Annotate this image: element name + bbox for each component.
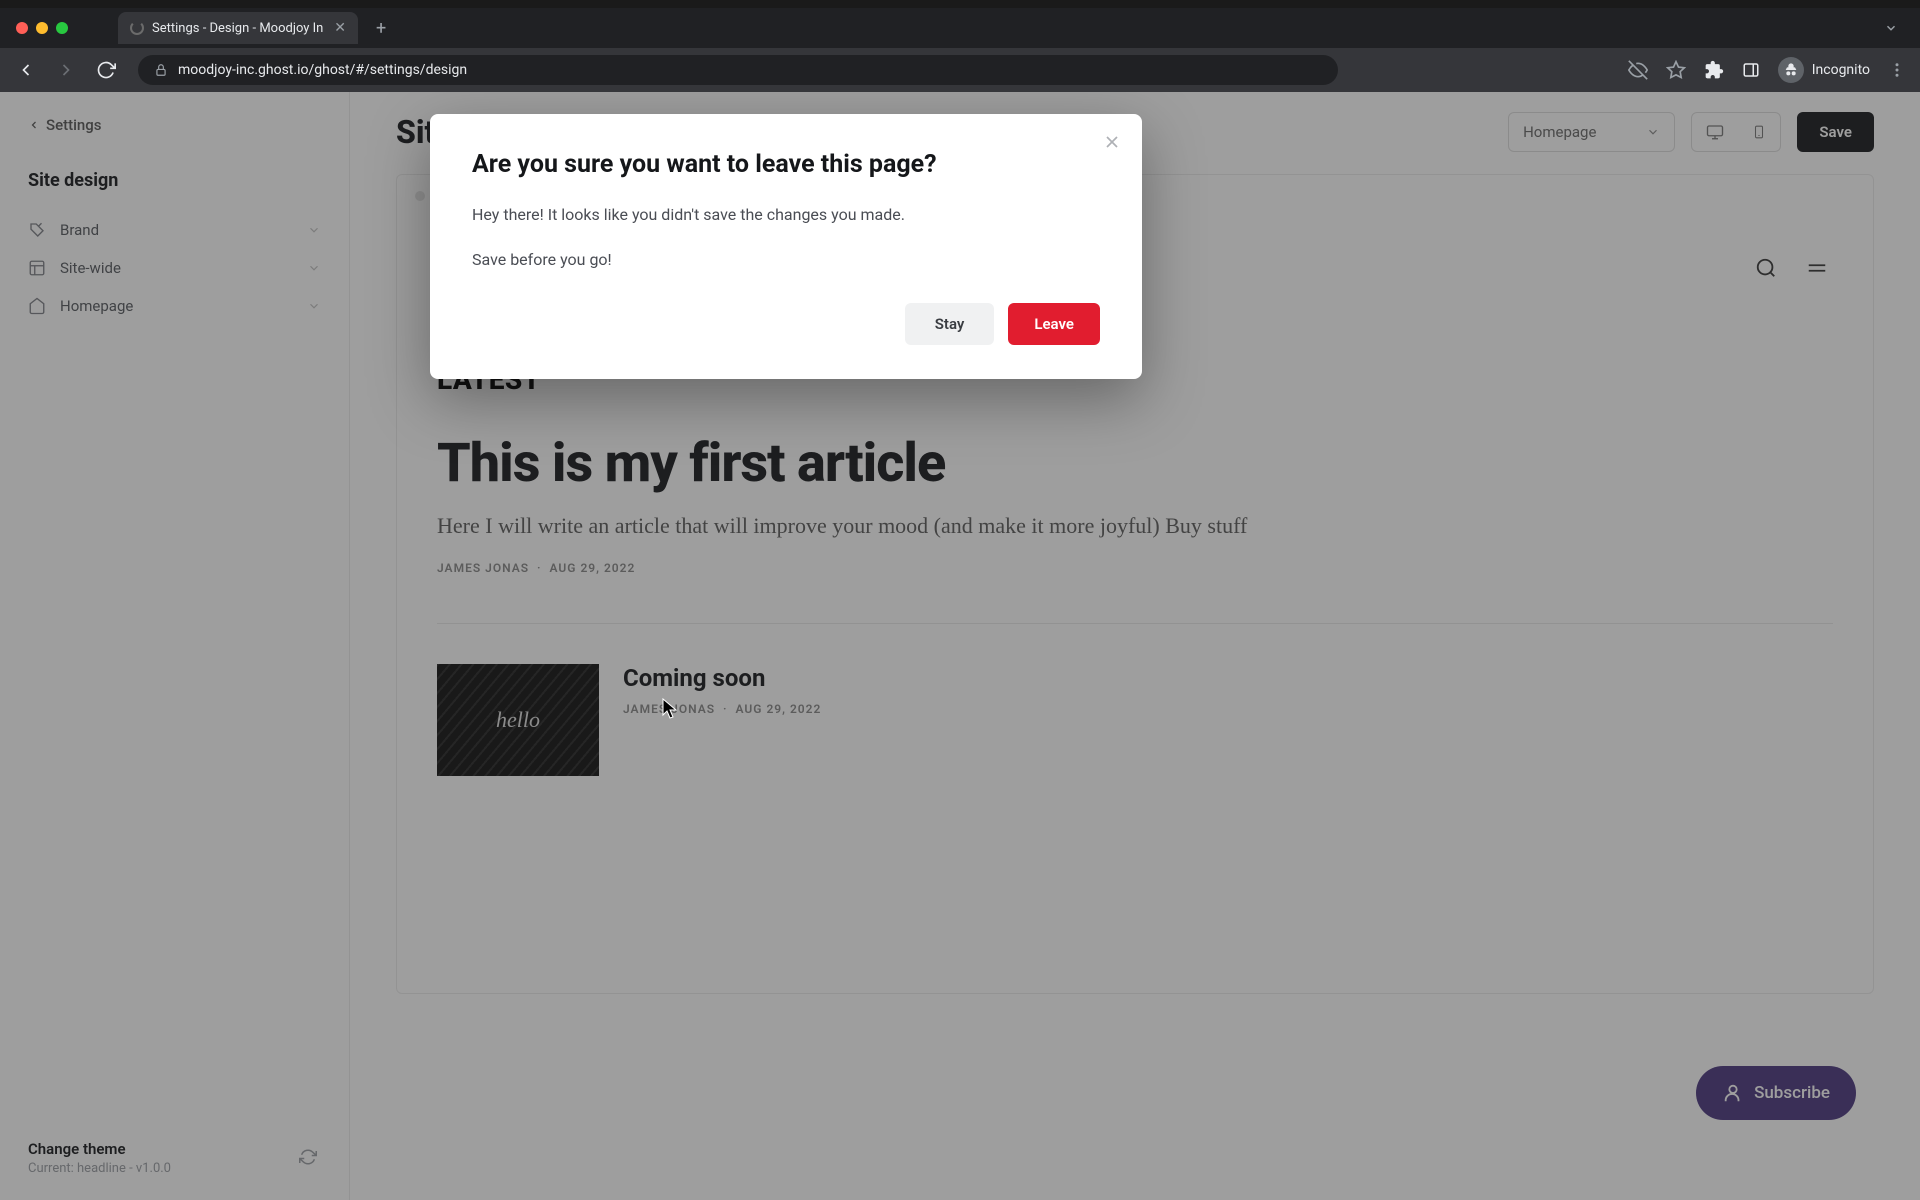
modal-title: Are you sure you want to leave this page… [472,150,1100,179]
lock-icon [154,63,168,77]
eye-off-icon[interactable] [1628,60,1648,80]
panel-icon[interactable] [1742,61,1760,79]
incognito-icon [1778,57,1804,83]
star-icon[interactable] [1666,60,1686,80]
tab-close-button[interactable]: ✕ [334,20,346,36]
stay-button[interactable]: Stay [905,303,995,345]
new-tab-button[interactable]: + [368,18,394,39]
close-icon [1102,132,1122,152]
browser-chrome: Settings - Design - Moodjoy In ✕ + moodj… [0,8,1920,92]
modal-close-button[interactable] [1102,132,1122,152]
unsaved-changes-modal: Are you sure you want to leave this page… [430,114,1142,379]
window-close-button[interactable] [16,22,28,34]
extensions-icon[interactable] [1704,60,1724,80]
tabs-dropdown-icon[interactable] [1884,21,1908,35]
window-controls [12,22,68,34]
browser-tab[interactable]: Settings - Design - Moodjoy In ✕ [118,12,358,44]
address-bar[interactable]: moodjoy-inc.ghost.io/ghost/#/settings/de… [138,55,1338,85]
reload-button[interactable] [94,60,118,80]
url-text: moodjoy-inc.ghost.io/ghost/#/settings/de… [178,62,467,78]
leave-button[interactable]: Leave [1008,303,1100,345]
back-button[interactable] [14,60,38,80]
window-maximize-button[interactable] [56,22,68,34]
kebab-menu-icon[interactable] [1888,61,1906,79]
window-minimize-button[interactable] [36,22,48,34]
tab-title: Settings - Design - Moodjoy In [152,21,323,36]
loading-spinner-icon [130,21,144,35]
forward-button[interactable] [54,60,78,80]
incognito-badge[interactable]: Incognito [1778,57,1870,83]
modal-body: Hey there! It looks like you didn't save… [472,201,1100,273]
